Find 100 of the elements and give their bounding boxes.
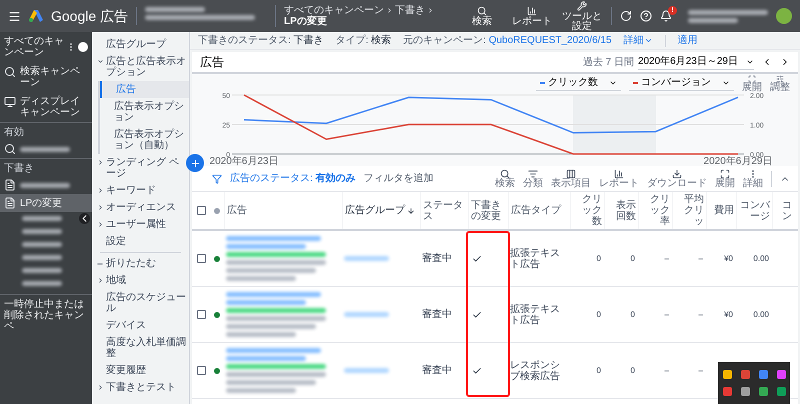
checkbox[interactable] <box>196 366 206 375</box>
column-header[interactable]: 平均クリッ <box>672 192 706 229</box>
blurred-text <box>22 242 62 247</box>
toolbar-button[interactable]: ダウンロード <box>647 168 707 188</box>
toolbar-button[interactable]: ツールと設定 <box>561 0 603 32</box>
table-cell-text: – <box>664 365 670 376</box>
column-header[interactable]: 広告 <box>224 192 342 229</box>
blurred-text <box>344 256 389 261</box>
notification-icon[interactable] <box>660 10 672 22</box>
table-cell-text: 0 <box>630 253 636 264</box>
apply-button[interactable]: 適用 <box>678 33 698 48</box>
column-header[interactable]: コン <box>772 192 794 229</box>
date-range-dropdown[interactable]: 2020年6月23日～29日 <box>638 54 754 70</box>
sidebar-header[interactable]: すべてのキャンペーン <box>4 36 64 58</box>
nav-item[interactable]: 広告 <box>100 81 189 98</box>
metric-dropdown[interactable]: コンバージョン <box>629 75 734 91</box>
table-cell-text: 0 <box>596 365 602 376</box>
nav-item[interactable]: ユーザー属性 <box>92 216 189 233</box>
nav-item[interactable]: 広告グループ <box>92 36 189 53</box>
column-header[interactable]: 広告グループ <box>342 192 420 229</box>
blurred-text <box>22 281 62 286</box>
nav-item[interactable]: デバイス <box>92 317 189 334</box>
table-cell-text: 審査中 <box>421 309 453 320</box>
blurred-text <box>226 332 296 337</box>
plus-icon <box>190 158 200 168</box>
column-header[interactable]: ステータス <box>420 192 468 229</box>
metric-dropdown[interactable]: クリック数 <box>536 75 621 91</box>
blurred-text <box>22 229 62 234</box>
nav-item[interactable]: オーディエンス <box>92 199 189 216</box>
toolbar-button[interactable]: 分類 <box>523 168 543 188</box>
wrench-icon <box>577 0 587 10</box>
search-icon <box>4 66 16 78</box>
filter-icon[interactable] <box>212 174 222 184</box>
sort-icon[interactable] <box>407 206 415 214</box>
app-icon[interactable] <box>722 387 732 396</box>
sidebar-footer[interactable]: 一時停止中または削除されたキャンペ <box>4 299 88 332</box>
help-icon[interactable] <box>640 10 652 22</box>
add-filter-link[interactable]: フィルタを追加 <box>364 171 434 186</box>
table-cell-text: 0.00 <box>752 309 770 320</box>
table-cell-text: 0 <box>596 309 602 320</box>
nav-item[interactable]: 変更履歴 <box>92 362 189 379</box>
refresh-icon[interactable] <box>620 10 632 22</box>
document-icon <box>4 179 16 191</box>
app-icon[interactable] <box>758 387 768 396</box>
expand-icon <box>748 74 756 82</box>
checkbox[interactable] <box>196 310 206 319</box>
nav-item[interactable]: 地域 <box>92 272 189 289</box>
nav-item[interactable]: 広告と広告表示オプション <box>92 53 189 81</box>
nav-item[interactable]: 広告表示オプション <box>100 98 189 126</box>
toolbar-button[interactable]: レポート <box>511 6 553 26</box>
app-icon[interactable] <box>740 387 750 396</box>
column-header[interactable]: クリック数 <box>570 192 604 229</box>
details-button[interactable]: 詳細 <box>624 33 653 48</box>
column-header[interactable]: 広告タイプ <box>508 192 570 229</box>
app-icon[interactable] <box>758 370 768 379</box>
app-icon[interactable] <box>776 387 786 396</box>
column-header[interactable]: コンバージ <box>736 192 772 229</box>
table-cell-text: 審査中 <box>421 365 453 376</box>
nav-item[interactable]: 折りたたむ <box>92 255 189 272</box>
toolbar-button[interactable]: 表示項目 <box>551 168 591 188</box>
table-cell-text: 拡張テキスト広告 <box>509 248 561 270</box>
app-icon[interactable] <box>776 370 786 379</box>
source-campaign: 元のキャンペーン: QuboREQUEST_2020/6/15 <box>403 34 612 48</box>
document-icon <box>4 197 16 209</box>
toolbar-button[interactable]: 検索 <box>495 168 515 188</box>
table-cell-text: – <box>664 253 670 264</box>
column-header[interactable]: 下書きの変更 <box>468 192 508 229</box>
menu-icon[interactable] <box>8 10 21 22</box>
nav-item[interactable]: 設定 <box>92 233 189 250</box>
nav-item[interactable]: ランディング ページ <box>92 154 189 182</box>
filter-chip[interactable]: 広告のステータス: 有効のみ <box>230 171 356 186</box>
app-icon[interactable] <box>740 370 750 379</box>
app-icon[interactable] <box>722 370 732 379</box>
nav-item[interactable]: 高度な入札単価調整 <box>92 334 189 362</box>
checkbox[interactable] <box>196 254 206 263</box>
toolbar-button[interactable]: 詳細 <box>743 168 763 188</box>
blurred-text <box>20 182 70 188</box>
display-icon <box>4 96 16 108</box>
column-header[interactable]: クリック率 <box>638 192 672 229</box>
column-header[interactable]: 費用 <box>706 192 736 229</box>
collapse-icon[interactable] <box>79 213 90 224</box>
nav-item[interactable]: 広告表示オプション（自動） <box>100 126 189 154</box>
sidebar-item[interactable]: ディスプレイキャンペーン <box>0 92 92 122</box>
nav-item[interactable]: キーワード <box>92 182 189 199</box>
avatar[interactable] <box>776 8 792 24</box>
chart-tool-button[interactable]: 調整 <box>770 74 790 92</box>
sidebar-item[interactable]: 検索キャンペーン <box>0 62 92 92</box>
toolbar-button[interactable]: レポート <box>599 168 639 188</box>
column-header[interactable]: 表示回数 <box>604 192 638 229</box>
toolbar-button[interactable]: 展開 <box>715 168 735 188</box>
checkbox[interactable] <box>196 206 206 215</box>
nav-item[interactable]: 下書きとテスト <box>92 379 189 396</box>
nav-item[interactable]: 広告のスケジュール <box>92 289 189 317</box>
breadcrumb-link[interactable]: 下書き <box>395 5 426 16</box>
table-cell-text: – <box>698 253 704 264</box>
sidebar-item[interactable]: LPの変更 <box>0 194 92 212</box>
product-name: Google 広告 <box>51 6 128 26</box>
toolbar-button[interactable]: 検索 <box>461 6 503 26</box>
chart-tool-button[interactable]: 展開 <box>742 74 762 92</box>
breadcrumb-link[interactable]: すべてのキャンペーン <box>284 5 384 16</box>
